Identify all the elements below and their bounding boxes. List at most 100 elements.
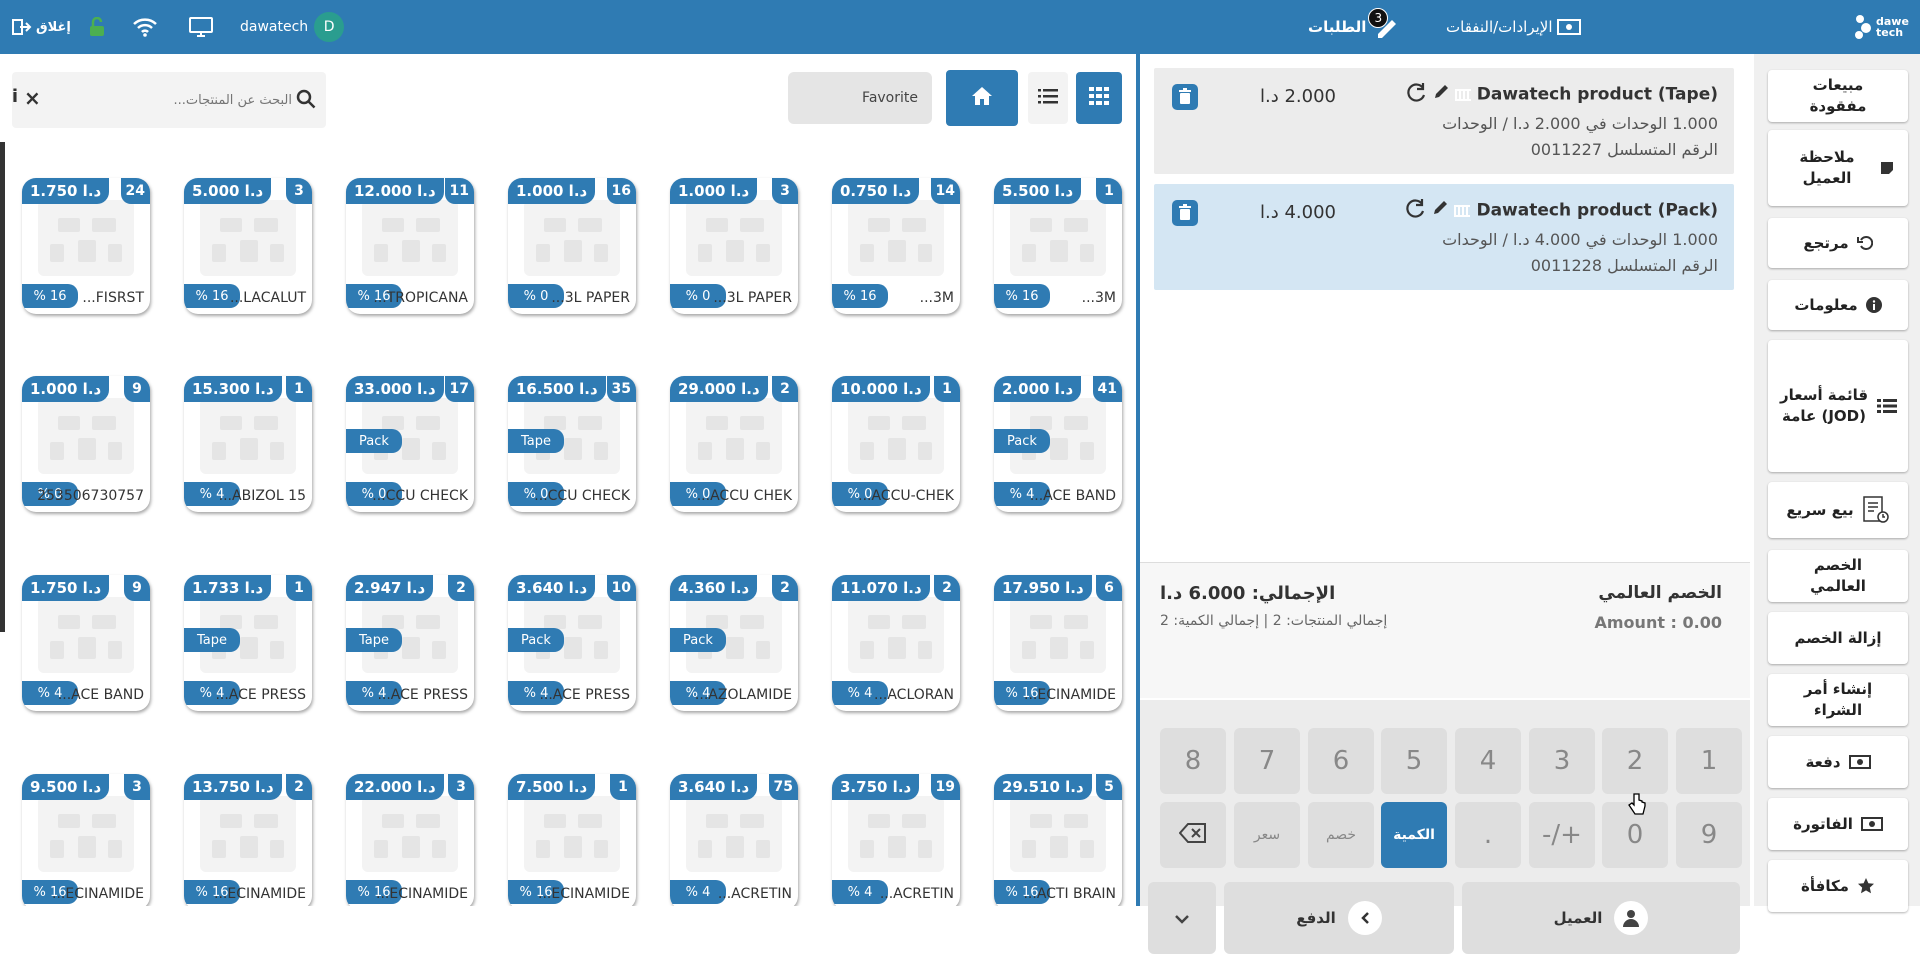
refresh-icon[interactable] xyxy=(1404,198,1426,223)
money-icon xyxy=(1848,755,1871,769)
payment-button[interactable]: الدفع xyxy=(1224,882,1454,954)
product-price: 3.640 د.ا xyxy=(670,774,758,800)
numpad-key-plusminus[interactable]: -/+ xyxy=(1529,802,1595,868)
product-card[interactable]: 7.500 د.ا 1% 16 ...ECINAMIDE xyxy=(508,774,636,906)
numpad-key-6[interactable]: 6 xyxy=(1308,728,1374,794)
pricelist-button[interactable]: قائمة أسعار عامة (JOD) xyxy=(1768,340,1908,472)
monitor-icon[interactable] xyxy=(188,0,214,54)
numpad-key-8[interactable]: 8 xyxy=(1160,728,1226,794)
edit-icon[interactable] xyxy=(1432,200,1450,221)
numpad-key-9[interactable]: 9 xyxy=(1676,802,1742,868)
product-tax-badge: % 16 xyxy=(22,284,78,308)
barcode-icon xyxy=(1454,204,1471,217)
order-line[interactable]: Dawatech product (Tape) 2.000 د.ا 1.000 ال… xyxy=(1154,68,1734,174)
product-image-placeholder xyxy=(524,200,620,276)
product-card[interactable]: 1.750 د.ا 24 % 16 ...FISRST xyxy=(22,178,150,314)
product-stock-badge: 1 xyxy=(934,376,960,402)
product-name: ...ACE PRESS xyxy=(539,687,630,703)
lost-sales-button[interactable]: مبيعات مفقودة xyxy=(1768,70,1908,122)
product-card[interactable]: 3.640 د.ا 10 Pack% 4 ...ACE PRESS xyxy=(508,575,636,711)
info-icon[interactable]: i xyxy=(8,86,22,107)
actions-sidebar: مبيعات مفقودة ملاحظة العميل مرتجع معلومات قا… xyxy=(1754,54,1920,912)
product-card[interactable]: 16.500 د.ا 35 Tape% 0 ...CCU CHECK xyxy=(508,376,636,512)
product-card[interactable]: 29.510 د.ا 5% 16 ...ACTI BRAIN xyxy=(994,774,1122,906)
product-card[interactable]: 2.947 د.ا 2 Tape% 4 ...ACE PRESS xyxy=(346,575,474,711)
product-name: ...3M xyxy=(1081,290,1116,306)
payment-entry-button[interactable]: دفعة xyxy=(1768,736,1908,788)
clear-search-icon[interactable]: × xyxy=(24,86,41,110)
search-icon[interactable] xyxy=(296,89,316,113)
product-stock-badge: 6 xyxy=(1096,575,1122,601)
revenue-expense-button[interactable]: الإيرادات/النفقات xyxy=(1446,0,1581,54)
product-card[interactable]: 29.000 د.ا 2% 0 ...ACCU CHEK xyxy=(670,376,798,512)
product-card[interactable]: 1.733 د.ا 1 Tape% 4 ...ACE PRESS xyxy=(184,575,312,711)
refresh-icon[interactable] xyxy=(1405,82,1427,107)
favorite-button[interactable]: Favorite xyxy=(788,72,932,124)
numpad-key-2[interactable]: 2 xyxy=(1602,728,1668,794)
backspace-key[interactable] xyxy=(1160,802,1226,868)
product-card[interactable]: 17.950 د.ا 6% 16 ...ECINAMIDE xyxy=(994,575,1122,711)
numpad-key-5[interactable]: 5 xyxy=(1381,728,1447,794)
product-card[interactable]: 3.750 د.ا 19% 4 ...ACRETIN xyxy=(832,774,960,906)
product-card[interactable]: 1.000 د.ا 3% 0 ...3L PAPER xyxy=(670,178,798,314)
product-card[interactable]: 33.000 د.ا 17 Pack% 0 ...CCU CHECK xyxy=(346,376,474,512)
product-card[interactable]: 2.000 د.ا 41 Pack% 4 ...ACE BAND xyxy=(994,376,1122,512)
global-discount-button[interactable]: الخصم العالمي xyxy=(1768,550,1908,602)
edit-icon[interactable] xyxy=(1433,84,1451,105)
discount-key[interactable]: خصم xyxy=(1308,802,1374,868)
product-stock-badge: 3 xyxy=(772,178,798,204)
grid-view-button[interactable] xyxy=(1076,72,1122,124)
refund-button[interactable]: مرتجع xyxy=(1768,218,1908,268)
numpad-key-dot[interactable]: . xyxy=(1455,802,1521,868)
product-card[interactable]: 4.360 د.ا 2 Pack% 4 ...AZOLAMIDE xyxy=(670,575,798,711)
product-name: ...ACE BAND xyxy=(57,687,144,703)
home-button[interactable] xyxy=(946,70,1018,126)
price-key[interactable]: سعر xyxy=(1234,802,1300,868)
product-card[interactable]: 9.500 د.ا 3% 16 ...ECINAMIDE xyxy=(22,774,150,906)
invoice-button[interactable]: الفاتورة xyxy=(1768,798,1908,850)
close-button[interactable]: إغلاق xyxy=(12,0,71,54)
list-view-button[interactable] xyxy=(1028,72,1068,124)
product-card[interactable]: 0.750 د.ا 14 % 16 ...3M xyxy=(832,178,960,314)
product-card[interactable]: 22.000 د.ا 3% 16 ...ECINAMIDE xyxy=(346,774,474,906)
product-card[interactable]: 1.000 د.ا 16% 0 ...3L PAPER xyxy=(508,178,636,314)
revenue-label: الإيرادات/النفقات xyxy=(1446,18,1553,36)
product-card[interactable]: 1.750 د.ا 9% 4 ...ACE BAND xyxy=(22,575,150,711)
dropdown-button[interactable] xyxy=(1148,882,1216,954)
trash-icon[interactable] xyxy=(1172,84,1198,110)
product-card[interactable]: 5.500 د.ا 1 % 16 ...3M xyxy=(994,178,1122,314)
numpad-key-4[interactable]: 4 xyxy=(1455,728,1521,794)
numpad-key-3[interactable]: 3 xyxy=(1529,728,1595,794)
trash-icon[interactable] xyxy=(1172,200,1198,226)
remove-discount-button[interactable]: إزالة الخصم xyxy=(1768,612,1908,664)
orders-button[interactable]: الطلبات 3 xyxy=(1308,0,1400,54)
product-card[interactable]: 15.300 د.ا 1% 4 ...ABIZOL 15 xyxy=(184,376,312,512)
product-card[interactable]: 12.000 د.ا 11% 16 ...TROPICANA xyxy=(346,178,474,314)
search-box[interactable]: i × xyxy=(12,72,326,128)
search-input[interactable] xyxy=(52,86,292,114)
user-menu[interactable]: dawatech D xyxy=(240,0,345,54)
quantity-key[interactable]: الكمية xyxy=(1381,802,1447,868)
create-purchase-order-button[interactable]: إنشاء أمر الشراء xyxy=(1768,674,1908,726)
reward-button[interactable]: مكافأة xyxy=(1768,860,1908,912)
info-button[interactable]: معلومات xyxy=(1768,280,1908,330)
product-card[interactable]: 1.000 د.ا 9% 0 253506730757 xyxy=(22,376,150,512)
numpad-key-7[interactable]: 7 xyxy=(1234,728,1300,794)
user-name: dawatech xyxy=(240,19,309,35)
product-card[interactable]: 3.640 د.ا 75% 4 ...ACRETIN xyxy=(670,774,798,906)
customer-note-button[interactable]: ملاحظة العميل xyxy=(1768,130,1908,206)
product-card[interactable]: 11.070 د.ا 2% 4 ...ACLORAN xyxy=(832,575,960,711)
customer-button[interactable]: العميل xyxy=(1462,882,1740,954)
lock-icon[interactable] xyxy=(88,0,106,54)
sidebar-label: معلومات xyxy=(1794,295,1858,314)
order-line[interactable]: Dawatech product (Pack) 4.000 د.ا 1.000 ال… xyxy=(1154,184,1734,290)
customer-label: العميل xyxy=(1553,909,1603,927)
favorite-label: Favorite xyxy=(862,90,918,106)
product-card[interactable]: 10.000 د.ا 1% 0 ...ACCU-CHEK xyxy=(832,376,960,512)
close-label: إغلاق xyxy=(36,19,71,35)
product-card[interactable]: 5.000 د.ا 3% 16 ...LACALUT xyxy=(184,178,312,314)
product-image-placeholder xyxy=(200,796,296,872)
product-card[interactable]: 13.750 د.ا 2% 16 ...ECINAMIDE xyxy=(184,774,312,906)
numpad-key-1[interactable]: 1 xyxy=(1676,728,1742,794)
quick-sale-button[interactable]: بيع سريع xyxy=(1768,482,1908,538)
